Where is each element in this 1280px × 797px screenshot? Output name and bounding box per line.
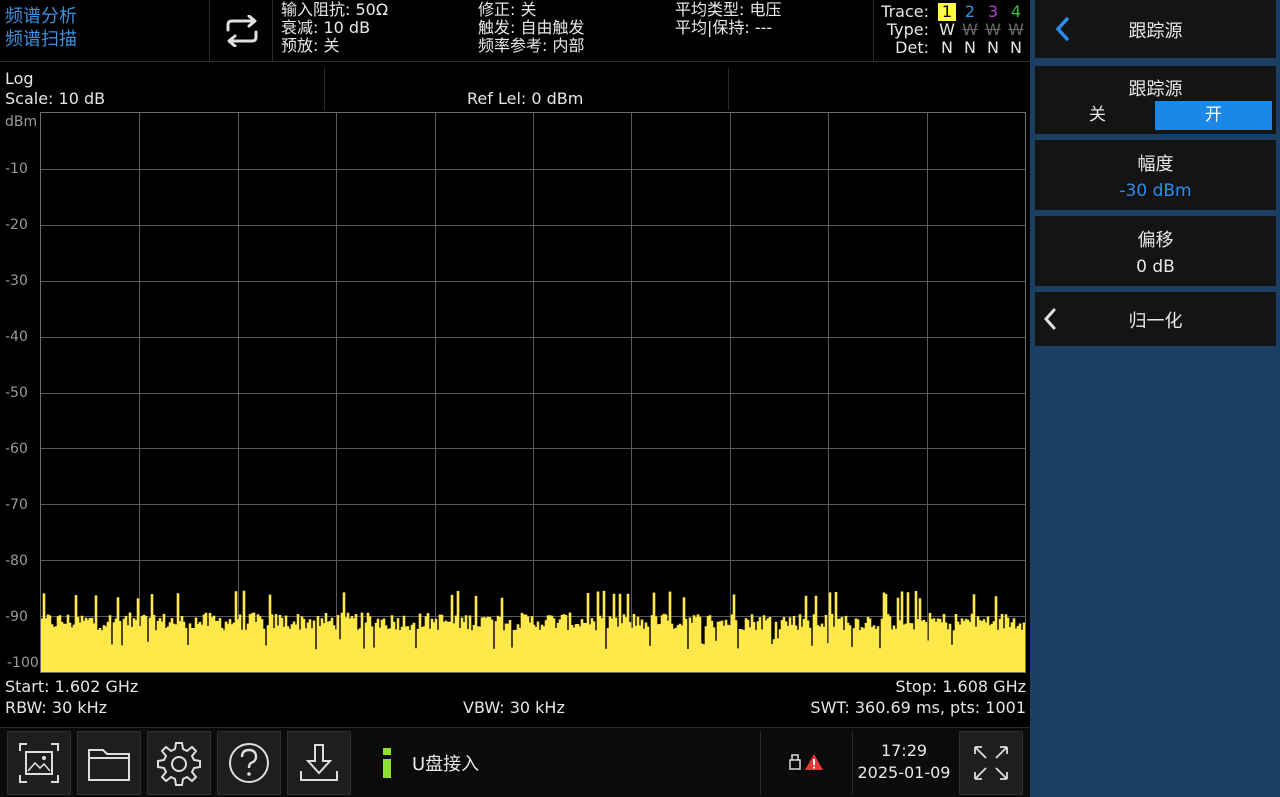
source-off-option[interactable]: 关 xyxy=(1039,101,1156,130)
type-label: Type: xyxy=(886,20,929,39)
scale-header: Log Scale: 10 dB Ref Lel: 0 dBm xyxy=(0,62,1030,111)
start-frequency[interactable]: Start: 1.602 GHz xyxy=(5,677,138,696)
measurement-name: 频谱扫描 xyxy=(5,29,77,50)
trace-summary[interactable]: Trace: 1 2 3 4 Type: W W W W Det: N N N … xyxy=(873,0,1030,61)
y-tick-label: -50 xyxy=(5,385,28,401)
settings-button[interactable] xyxy=(147,731,211,795)
screenshot-icon xyxy=(19,743,59,783)
trigger-settings: 修正: 关 触发: 自由触发 频率参考: 内部 xyxy=(478,1,584,55)
vbw[interactable]: VBW: 30 kHz xyxy=(463,698,565,717)
trace-2-det: N xyxy=(964,38,976,57)
continuous-sweep-button[interactable] xyxy=(211,0,273,61)
amplitude-value: -30 dBm xyxy=(1119,181,1192,201)
normalize-key[interactable]: 归一化 xyxy=(1035,292,1276,346)
y-tick-label: -100 xyxy=(7,655,39,671)
rbw[interactable]: RBW: 30 kHz xyxy=(5,698,107,717)
help-icon xyxy=(229,743,269,783)
info-icon xyxy=(383,748,391,778)
date: 2025-01-09 xyxy=(857,763,951,782)
warning-icon xyxy=(805,754,823,770)
usb-icon xyxy=(789,754,801,770)
trace-3-det: N xyxy=(987,38,999,57)
repeat-icon xyxy=(226,14,257,47)
y-tick-label: -40 xyxy=(5,329,28,345)
attenuation: 衰减: 10 dB xyxy=(281,18,371,37)
det-label: Det: xyxy=(895,38,929,57)
notification-text: U盘接入 xyxy=(412,754,480,775)
sweep-time[interactable]: SWT: 360.69 ms, pts: 1001 xyxy=(810,698,1026,717)
source-on-option[interactable]: 开 xyxy=(1155,101,1272,130)
usb-status[interactable] xyxy=(788,753,824,771)
y-tick-label: -90 xyxy=(5,609,28,625)
status-bar: 频谱分析 频谱扫描 输入阻抗: 50Ω 衰减: 10 dB 预放: 关 修正: … xyxy=(0,0,1030,62)
spectrum-plot[interactable] xyxy=(40,112,1026,673)
clock: 17:29 2025-01-09 xyxy=(853,740,955,784)
ref-level[interactable]: Ref Lel: 0 dBm xyxy=(467,89,583,108)
mode-indicator[interactable]: 频谱分析 频谱扫描 xyxy=(0,0,210,61)
trace-row: Trace: 1 2 3 4 xyxy=(874,3,1031,21)
taskbar: U盘接入 17:29 2025-01-09 xyxy=(0,727,1030,797)
average-type: 平均类型: 电压 xyxy=(675,0,782,19)
trace-3-number[interactable]: 3 xyxy=(984,3,1002,21)
input-impedance: 输入阻抗: 50Ω xyxy=(281,0,389,19)
average-settings: 平均类型: 电压 平均|保持: --- xyxy=(675,1,781,37)
screenshot-button[interactable] xyxy=(7,731,71,795)
trace-3-type: W xyxy=(985,20,1001,39)
save-button[interactable] xyxy=(287,731,351,795)
trace-2-number[interactable]: 2 xyxy=(961,3,979,21)
expand-icon xyxy=(974,746,1008,780)
y-tick-label: -10 xyxy=(5,161,28,177)
notification: U盘接入 xyxy=(380,745,479,781)
correction: 修正: 关 xyxy=(478,0,537,19)
trace-4-det: N xyxy=(1010,38,1022,57)
trace-1-det: N xyxy=(941,38,953,57)
y-tick-label: -80 xyxy=(5,553,28,569)
mode-name: 频谱分析 xyxy=(5,6,77,27)
stop-frequency[interactable]: Stop: 1.608 GHz xyxy=(895,677,1026,696)
sweep-info: Start: 1.602 GHz Stop: 1.608 GHz RBW: 30… xyxy=(0,675,1030,725)
detector-row: Det: N N N N xyxy=(874,39,1031,57)
type-row: Type: W W W W xyxy=(874,21,1031,39)
y-tick-label: -70 xyxy=(5,497,28,513)
trigger: 触发: 自由触发 xyxy=(478,18,585,37)
source-toggle-title: 跟踪源 xyxy=(1128,79,1183,100)
y-unit-label: dBm xyxy=(5,114,38,130)
preamp: 预放: 关 xyxy=(281,36,340,55)
offset-key[interactable]: 偏移 0 dB xyxy=(1035,216,1276,286)
scale-mode: Log xyxy=(5,69,34,88)
scale-per-div[interactable]: Scale: 10 dB xyxy=(5,89,105,108)
y-tick-label: -30 xyxy=(5,273,28,289)
trace-1-number[interactable]: 1 xyxy=(938,3,956,21)
download-icon xyxy=(300,744,338,781)
softkey-panel: 跟踪源 跟踪源 关 开 幅度 -30 dBm 偏移 0 dB 归一化 xyxy=(1030,0,1280,797)
offset-value: 0 dB xyxy=(1136,257,1175,277)
trace-4-type: W xyxy=(1008,20,1024,39)
file-manager-button[interactable] xyxy=(77,731,141,795)
normalize-title: 归一化 xyxy=(1128,311,1183,332)
spectrum-canvas xyxy=(41,113,1025,672)
folder-icon xyxy=(88,749,130,781)
trace-1-type: W xyxy=(939,20,955,39)
help-button[interactable] xyxy=(217,731,281,795)
trace-2-type: W xyxy=(962,20,978,39)
trace-4-number[interactable]: 4 xyxy=(1007,3,1025,21)
y-tick-label: -60 xyxy=(5,441,28,457)
settings-gear-icon xyxy=(157,742,201,786)
input-settings: 输入阻抗: 50Ω 衰减: 10 dB 预放: 关 xyxy=(281,1,388,55)
offset-title: 偏移 xyxy=(1137,230,1174,251)
time: 17:29 xyxy=(880,741,928,760)
trace-label: Trace: xyxy=(881,2,929,21)
panel-header[interactable]: 跟踪源 xyxy=(1035,0,1276,58)
freq-reference: 频率参考: 内部 xyxy=(478,36,585,55)
amplitude-key[interactable]: 幅度 -30 dBm xyxy=(1035,140,1276,210)
average-hold: 平均|保持: --- xyxy=(675,18,773,37)
amplitude-title: 幅度 xyxy=(1137,154,1174,175)
source-toggle-key[interactable]: 跟踪源 关 开 xyxy=(1035,66,1276,134)
panel-title: 跟踪源 xyxy=(1128,21,1183,42)
y-tick-label: -20 xyxy=(5,217,28,233)
fullscreen-button[interactable] xyxy=(959,731,1023,795)
